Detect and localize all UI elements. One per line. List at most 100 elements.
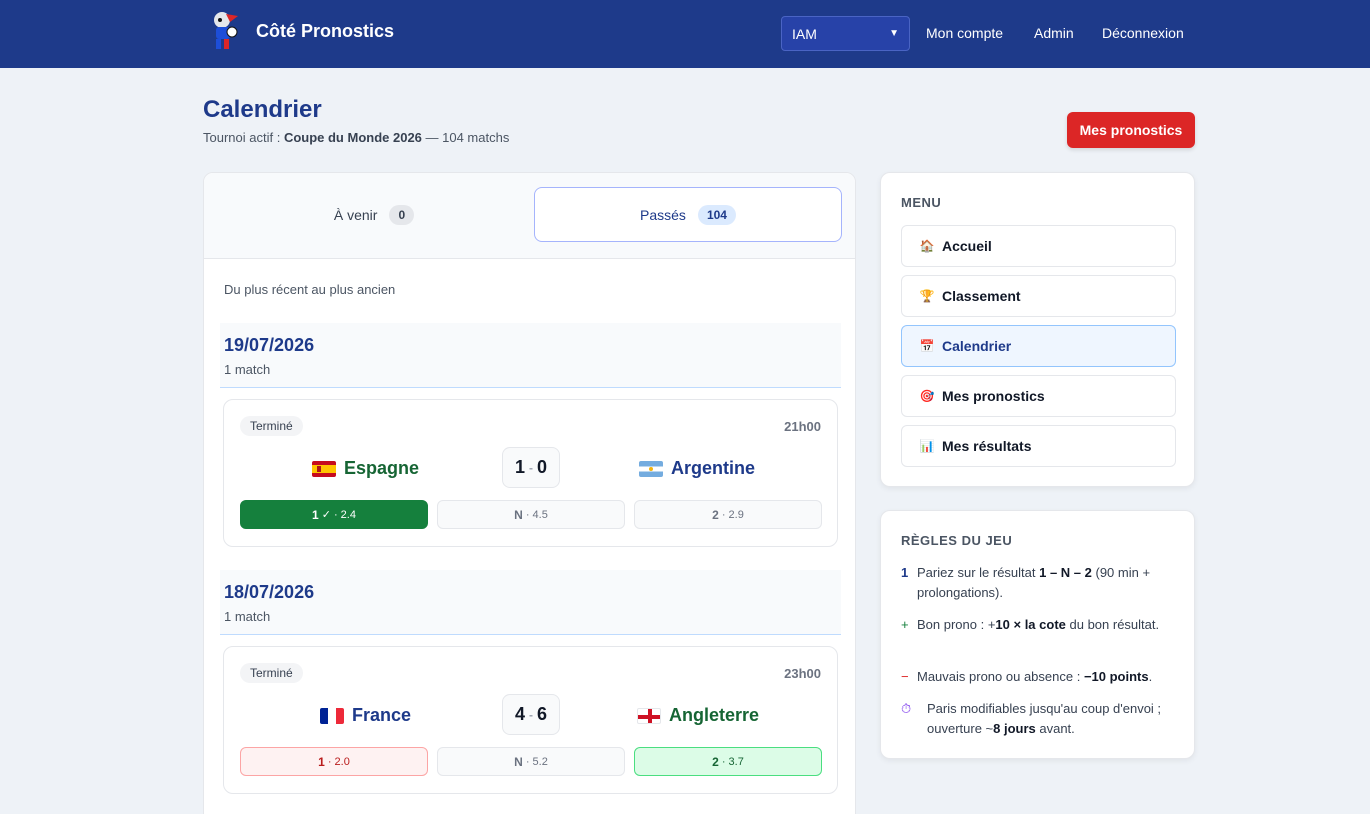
- mascot-logo-icon: [208, 10, 244, 52]
- bar-chart-icon: 📊: [919, 439, 935, 453]
- score-box: 4-6: [502, 694, 560, 735]
- odd-value: ✓ · 2.4: [321, 509, 356, 521]
- sort-order-note: Du plus récent au plus ancien: [224, 282, 396, 297]
- rules-title: RÈGLES DU JEU: [901, 533, 1013, 548]
- odd-home-pill[interactable]: 1 · 2.0: [240, 747, 428, 776]
- home-score: 1: [514, 457, 525, 477]
- sidebar-item-label: Accueil: [942, 238, 992, 254]
- odd-value: · 2.9: [721, 508, 744, 521]
- odd-value: · 2.0: [327, 755, 350, 768]
- subtitle-suffix: — 104 matchs: [421, 130, 510, 145]
- odd-value: · 4.5: [525, 508, 548, 521]
- sidebar-item-classement[interactable]: 🏆 Classement: [901, 275, 1176, 317]
- stopwatch-icon: ⏱: [901, 701, 912, 716]
- away-team: Argentine: [639, 458, 755, 479]
- status-badge: Terminé: [240, 663, 303, 683]
- date-title: 19/07/2026: [224, 335, 315, 355]
- minus-icon: −: [901, 669, 909, 684]
- date-group-header: 19/07/2026 1 match: [220, 323, 841, 388]
- target-icon: 🎯: [919, 389, 935, 403]
- rules-card: RÈGLES DU JEU 1 Pariez sur le résultat 1…: [880, 510, 1195, 759]
- odd-away-pill[interactable]: 2 · 2.9: [634, 500, 822, 529]
- spain-flag-icon: [312, 460, 336, 477]
- home-icon: 🏠: [919, 239, 935, 253]
- sidebar-item-label: Classement: [942, 288, 1021, 304]
- argentina-flag-icon: [639, 460, 663, 477]
- odd-label: N: [514, 507, 523, 522]
- rule-text-bold: 8 jours: [993, 721, 1036, 736]
- rule-text: Bon prono : +10 × la cote du bon résulta…: [917, 615, 1159, 635]
- rule-text-bold: −10 points: [1083, 669, 1149, 684]
- odd-label: 2: [712, 507, 719, 522]
- rule-text-part: .: [1148, 669, 1153, 684]
- menu-title: MENU: [901, 195, 942, 210]
- date-group-header: 18/07/2026 1 match: [220, 570, 841, 635]
- england-flag-icon: [637, 707, 661, 724]
- status-badge: Terminé: [240, 416, 303, 436]
- rule-text-bold: 1 – N – 2: [1039, 565, 1092, 580]
- rule-text-bold: 10 × la cote: [995, 617, 1066, 632]
- chevron-down-icon: ▼: [889, 28, 899, 39]
- home-team: France: [320, 705, 411, 726]
- tab-upcoming[interactable]: À venir 0: [220, 187, 528, 242]
- tab-label: Passés: [640, 206, 686, 223]
- sidebar-item-mes-pronostics[interactable]: 🎯 Mes pronostics: [901, 375, 1176, 417]
- odd-home-pill[interactable]: 1 ✓ · 2.4: [240, 500, 428, 529]
- tournament-name: Coupe du Monde 2026: [283, 130, 422, 145]
- odd-label: 1: [318, 754, 325, 769]
- brand-link[interactable]: Côté Pronostics: [208, 10, 394, 52]
- date-match-count: 1 match: [224, 609, 271, 624]
- sidebar-menu-card: MENU 🏠 Accueil 🏆 Classement 📅 Calendrier…: [880, 172, 1195, 487]
- sidebar-item-mes-resultats[interactable]: 📊 Mes résultats: [901, 425, 1176, 467]
- sidebar-item-accueil[interactable]: 🏠 Accueil: [901, 225, 1176, 267]
- rule-text: Paris modifiables jusqu'au coup d'envoi …: [927, 699, 1176, 739]
- away-score: 6: [537, 704, 548, 724]
- tab-count-badge: 104: [697, 204, 736, 225]
- tab-count-badge: 0: [389, 204, 415, 225]
- nav-link-deconnexion[interactable]: Déconnexion: [1102, 25, 1184, 41]
- date-title: 18/07/2026: [224, 582, 315, 602]
- rule-text-part: Mauvais prono ou absence :: [917, 669, 1084, 684]
- away-score: 0: [537, 457, 548, 477]
- tenant-select[interactable]: IAM ▼: [781, 16, 910, 51]
- france-flag-icon: [320, 707, 344, 724]
- odd-draw-pill[interactable]: N · 4.5: [437, 500, 625, 529]
- tab-past[interactable]: Passés 104: [534, 187, 842, 242]
- tab-bar: À venir 0 Passés 104: [204, 173, 855, 259]
- rule-item: − Mauvais prono ou absence : −10 points.: [901, 667, 1176, 687]
- top-navbar: Côté Pronostics IAM ▼ Mon compte Admin D…: [0, 0, 1370, 68]
- date-match-count: 1 match: [224, 362, 271, 377]
- plus-icon: +: [901, 617, 909, 632]
- away-team-name: Angleterre: [669, 705, 760, 725]
- home-team: Espagne: [312, 458, 419, 479]
- rule-text: Pariez sur le résultat 1 – N – 2 (90 min…: [917, 563, 1176, 603]
- odd-label: N: [514, 754, 523, 769]
- odd-label: 1: [312, 507, 319, 522]
- home-team-name: France: [352, 705, 412, 725]
- calendar-icon: 📅: [919, 339, 935, 353]
- calendar-card: À venir 0 Passés 104 Du plus récent au p…: [203, 172, 856, 814]
- page-title: Calendrier: [203, 96, 322, 123]
- odd-away-pill[interactable]: 2 · 3.7: [634, 747, 822, 776]
- tenant-select-value: IAM: [792, 25, 817, 42]
- match-time: 23h00: [784, 666, 821, 681]
- rule-text: Mauvais prono ou absence : −10 points.: [917, 667, 1152, 687]
- nav-link-mon-compte[interactable]: Mon compte: [926, 25, 1003, 41]
- rule-mark: 1: [901, 565, 909, 580]
- match-time: 21h00: [784, 419, 821, 434]
- match-card: Terminé 23h00 France 4-6 Angleterre 1 · 2…: [223, 646, 838, 794]
- away-team-name: Argentine: [671, 458, 756, 478]
- home-score: 4: [514, 704, 525, 724]
- odd-value: · 3.7: [721, 755, 744, 768]
- rule-text-part: avant.: [1035, 721, 1075, 736]
- subtitle-prefix: Tournoi actif :: [203, 130, 284, 145]
- odd-value: · 5.2: [525, 755, 548, 768]
- rule-text-part: du bon résultat.: [1065, 617, 1160, 632]
- my-predictions-button[interactable]: Mes pronostics: [1067, 112, 1195, 148]
- trophy-icon: 🏆: [919, 289, 935, 303]
- odd-draw-pill[interactable]: N · 5.2: [437, 747, 625, 776]
- rule-text-part: Pariez sur le résultat: [917, 565, 1040, 580]
- sidebar-item-label: Calendrier: [942, 338, 1012, 354]
- nav-link-admin[interactable]: Admin: [1034, 25, 1074, 41]
- sidebar-item-calendrier[interactable]: 📅 Calendrier: [901, 325, 1176, 367]
